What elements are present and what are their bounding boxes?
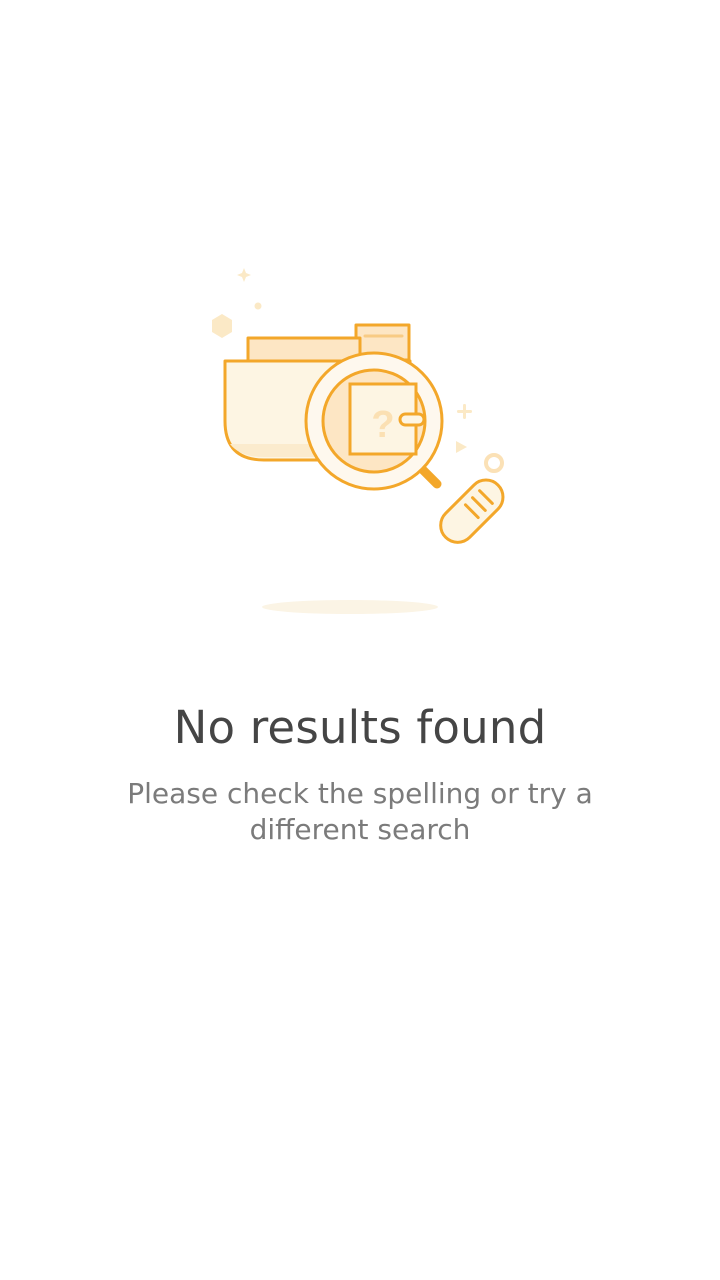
no-results-illustration: ? — [212, 268, 505, 614]
empty-state-message: Please check the spelling or try a diffe… — [127, 777, 593, 846]
empty-state-title: No results found — [173, 701, 547, 754]
question-mark-icon: ? — [371, 404, 394, 446]
magnifier-icon: ? — [304, 351, 505, 544]
ground-shadow — [262, 600, 438, 614]
decorative-ring-icon — [484, 453, 504, 473]
